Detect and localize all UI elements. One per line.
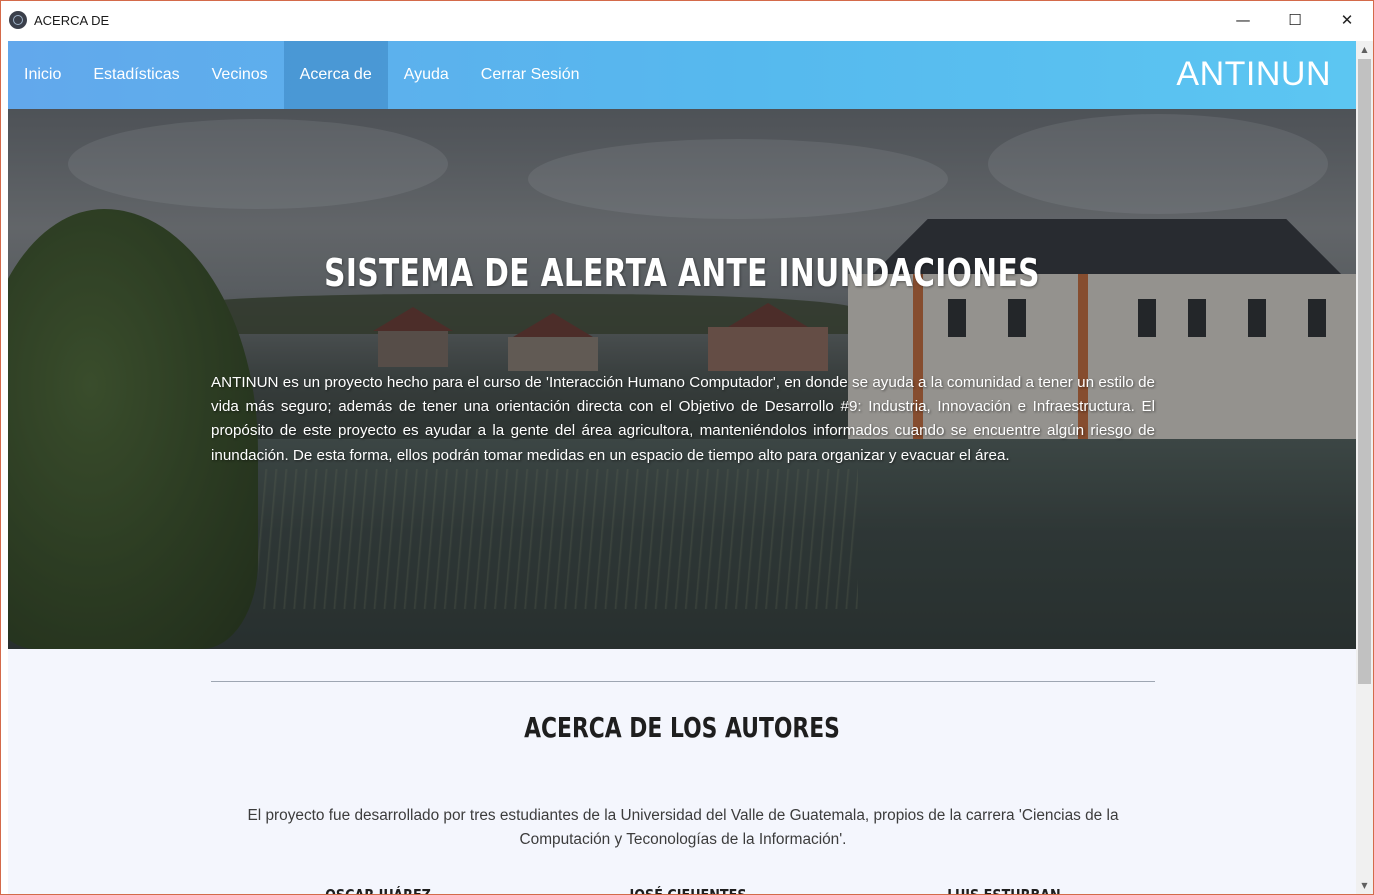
author-name: LUIS ESTURBAN [947, 886, 1061, 895]
close-button[interactable]: ✕ [1321, 1, 1373, 39]
hero-banner: SISTEMA DE ALERTA ANTE INUNDACIONES ANTI… [8, 109, 1356, 649]
brand-logo[interactable]: ANTINUN [1176, 55, 1331, 94]
authors-section-title: ACERCA DE LOS AUTORES [524, 711, 840, 744]
authors-section-description: El proyecto fue desarrollado por tres es… [247, 807, 1119, 848]
app-window: ACERCA DE — ☐ ✕ Inicio Estadísticas Veci… [0, 0, 1374, 895]
page-viewport: Inicio Estadísticas Vecinos Acerca de Ay… [8, 41, 1356, 895]
minimize-button[interactable]: — [1217, 1, 1269, 39]
title-bar[interactable]: ACERCA DE — ☐ ✕ [1, 1, 1373, 39]
nav-item-estadisticas[interactable]: Estadísticas [77, 41, 195, 109]
author-name: OSCAR JUÁREZ [325, 886, 431, 895]
vertical-scrollbar[interactable]: ▲ ▼ [1356, 41, 1373, 894]
scroll-down-arrow-icon[interactable]: ▼ [1356, 877, 1373, 894]
nav-item-vecinos[interactable]: Vecinos [196, 41, 284, 109]
top-navbar: Inicio Estadísticas Vecinos Acerca de Ay… [8, 41, 1356, 109]
maximize-button[interactable]: ☐ [1269, 1, 1321, 39]
scrollbar-thumb[interactable] [1358, 59, 1371, 684]
window-title: ACERCA DE [34, 12, 110, 28]
nav-item-ayuda[interactable]: Ayuda [388, 41, 465, 109]
hero-title: SISTEMA DE ALERTA ANTE INUNDACIONES [324, 251, 1040, 295]
section-divider [211, 681, 1155, 682]
nav-item-inicio[interactable]: Inicio [8, 41, 77, 109]
scroll-up-arrow-icon[interactable]: ▲ [1356, 41, 1373, 58]
nav-item-cerrar-sesion[interactable]: Cerrar Sesión [465, 41, 596, 109]
author-name: JOSÉ CIFUENTES [629, 886, 747, 895]
app-logo-icon [9, 11, 27, 29]
window-controls: — ☐ ✕ [1217, 1, 1373, 39]
nav-item-acerca-de[interactable]: Acerca de [283, 41, 388, 109]
hero-description: ANTINUN es un proyecto hecho para el cur… [211, 374, 1155, 464]
